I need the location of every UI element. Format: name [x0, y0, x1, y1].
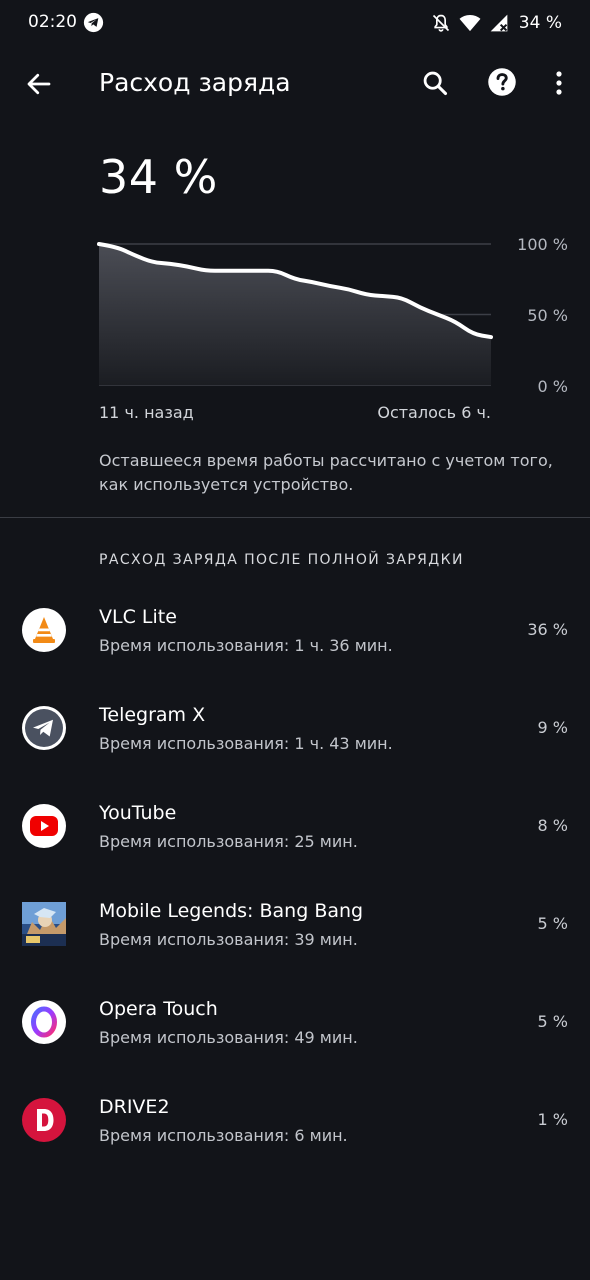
- telegram-x-icon: [22, 706, 66, 750]
- battery-percentage: 34 %: [518, 13, 562, 33]
- silent-bell-icon: [432, 14, 449, 32]
- app-name: Mobile Legends: Bang Bang: [99, 900, 364, 922]
- back-arrow-icon[interactable]: [24, 69, 54, 99]
- x-tick-label-start: 11 ч. назад: [99, 403, 194, 422]
- app-name: YouTube: [99, 802, 177, 824]
- status-time: 02:20: [28, 12, 77, 32]
- app-row-youtube[interactable]: YouTube Время использования: 25 мин. 8 %: [0, 776, 590, 874]
- y-tick-label: 50 %: [527, 306, 568, 325]
- app-row-mobile-legends[interactable]: Mobile Legends: Bang Bang Время использо…: [0, 874, 590, 972]
- opera-touch-icon: [22, 1000, 66, 1044]
- app-row-telegram-x[interactable]: Telegram X Время использования: 1 ч. 43 …: [0, 678, 590, 776]
- telegram-icon: [83, 12, 104, 33]
- battery-level: 34 %: [99, 150, 218, 204]
- app-percent: 5 %: [537, 914, 568, 933]
- app-usage-time: Время использования: 39 мин.: [99, 930, 358, 949]
- app-percent: 1 %: [537, 1110, 568, 1129]
- app-name: Opera Touch: [99, 998, 218, 1020]
- app-row-vlc[interactable]: VLC Lite Время использования: 1 ч. 36 ми…: [0, 580, 590, 678]
- app-usage-time: Время использования: 1 ч. 43 мин.: [99, 734, 393, 753]
- app-name: Telegram X: [99, 704, 206, 726]
- app-percent: 5 %: [537, 1012, 568, 1031]
- app-name: DRIVE2: [99, 1096, 170, 1118]
- vlc-icon: [22, 608, 66, 652]
- app-row-drive2[interactable]: DRIVE2 Время использования: 6 мин. 1 %: [0, 1070, 590, 1168]
- app-percent: 9 %: [537, 718, 568, 737]
- chart-svg: [97, 242, 493, 386]
- y-tick-label: 0 %: [537, 377, 568, 396]
- app-usage-time: Время использования: 49 мин.: [99, 1028, 358, 1047]
- status-bar: 02:20 34 %: [0, 0, 590, 46]
- app-percent: 36 %: [527, 620, 568, 639]
- app-usage-time: Время использования: 6 мин.: [99, 1126, 348, 1145]
- drive2-icon: [22, 1098, 66, 1142]
- mobile-legends-icon: [22, 902, 66, 946]
- more-vert-icon[interactable]: [548, 69, 570, 97]
- divider: [0, 517, 590, 518]
- remaining-time-info: Оставшееся время работы рассчитано с уче…: [99, 451, 553, 494]
- app-usage-time: Время использования: 1 ч. 36 мин.: [99, 636, 393, 655]
- app-name: VLC Lite: [99, 606, 177, 628]
- status-icons: 34 %: [431, 11, 562, 35]
- wifi-icon: [459, 15, 481, 32]
- cellular-signal-icon: [490, 14, 508, 32]
- battery-usage-chart: 100 % 50 % 0 % 11 ч. назад Осталось 6 ч.: [0, 230, 590, 450]
- app-usage-time: Время использования: 25 мин.: [99, 832, 358, 851]
- search-icon[interactable]: [421, 69, 449, 97]
- app-bar: Расход заряда: [0, 50, 590, 116]
- section-header: РАСХОД ЗАРЯДА ПОСЛЕ ПОЛНОЙ ЗАРЯДКИ: [99, 552, 464, 568]
- app-percent: 8 %: [537, 816, 568, 835]
- help-icon[interactable]: [487, 67, 517, 97]
- youtube-icon: [22, 804, 66, 848]
- y-tick-label: 100 %: [517, 235, 568, 254]
- page-title: Расход заряда: [99, 68, 291, 97]
- app-row-opera-touch[interactable]: Opera Touch Время использования: 49 мин.…: [0, 972, 590, 1070]
- x-tick-label-end: Осталось 6 ч.: [377, 403, 491, 422]
